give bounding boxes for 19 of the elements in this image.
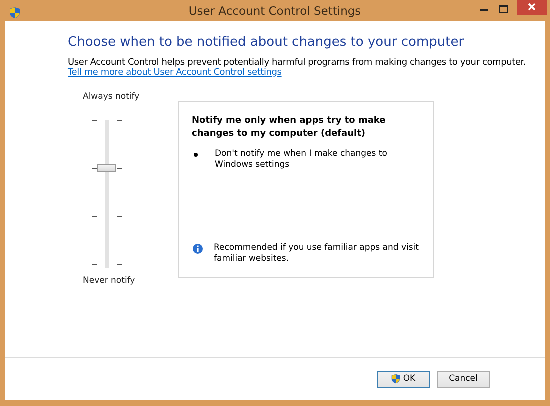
help-link[interactable]: Tell me more about User Account Control settings [68,68,282,78]
top-label: Always notify [83,92,141,102]
minimize-icon[interactable] [480,9,488,12]
maximize-icon[interactable] [499,5,508,13]
description-text: User Account Control helps prevent potentially harmful programs from making changes to your computer. [68,58,528,68]
close-button[interactable] [517,0,547,15]
bullet-text: Don't notify me when I make changes to Windows settings [215,149,388,171]
recommendation-text: Recommended if you use familiar apps and visit familiar websites. [214,243,420,265]
page-heading: Choose when to be notified about changes to your computer [68,35,466,50]
bullet-icon [194,153,198,157]
window-title: User Account Control Settings [188,4,362,18]
info-icon [193,244,203,254]
cancel-button[interactable]: Cancel [437,370,490,388]
bottom-label: Never notify [83,276,136,286]
ok-button[interactable]: OK [377,370,430,388]
shield-icon [391,374,402,384]
slider-thumb[interactable] [97,164,116,172]
panel-title: Notify me only when apps try to make changes to my computer (default) [192,115,387,141]
shield-icon [9,7,21,19]
